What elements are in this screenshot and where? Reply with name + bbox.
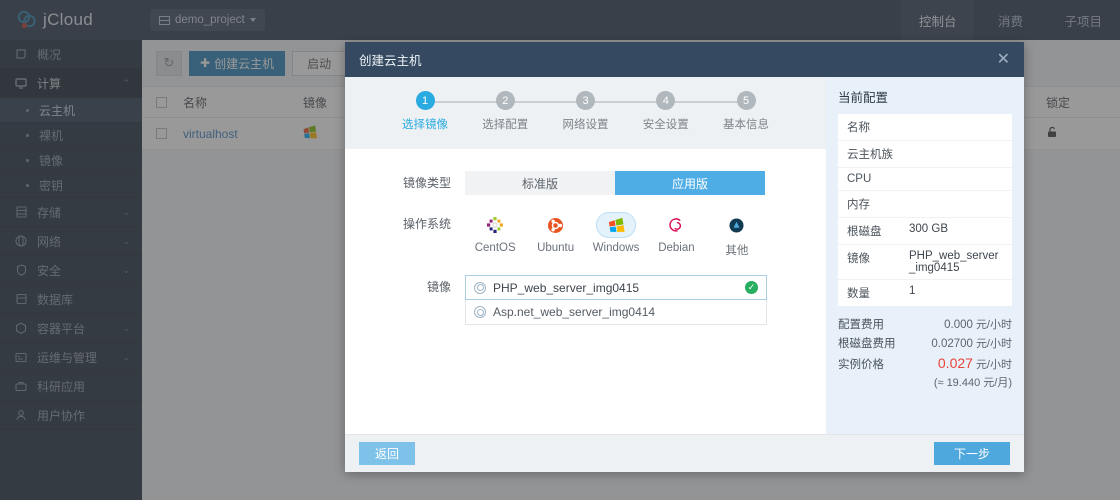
field-image-type: 镜像类型 标准版 应用版 bbox=[345, 171, 826, 195]
image-option-label: Asp.net_web_server_img0414 bbox=[493, 305, 656, 319]
image-type-standard-button[interactable]: 标准版 bbox=[465, 171, 615, 195]
os-label-text: Ubuntu bbox=[537, 242, 575, 254]
step-number: 4 bbox=[656, 91, 676, 110]
image-select-input[interactable]: PHP_web_server_img0415 ✓ bbox=[465, 275, 767, 300]
step-label: 选择配置 bbox=[482, 119, 529, 131]
step-5-basic-info[interactable]: 5 基本信息 bbox=[710, 91, 782, 132]
image-type-label: 镜像类型 bbox=[402, 176, 451, 190]
create-cloudhost-dialog: 创建云主机 ✕ 1 选择镜像 2 选择配置 3 网络设置 4 安全设置 5 基本… bbox=[345, 42, 1024, 472]
os-label-text: Debian bbox=[658, 242, 695, 254]
image-type-application-button[interactable]: 应用版 bbox=[615, 171, 765, 195]
config-value: 300 GB bbox=[909, 223, 948, 235]
os-label: 操作系统 bbox=[402, 217, 451, 231]
image-selected-value: PHP_web_server_img0415 bbox=[493, 280, 640, 295]
config-row: 名称 bbox=[838, 114, 1012, 141]
config-row: 根磁盘 300 GB bbox=[838, 218, 1012, 245]
step-3-network[interactable]: 3 网络设置 bbox=[550, 91, 622, 132]
config-key: 镜像 bbox=[847, 253, 870, 265]
price-value: 0.02700 bbox=[931, 338, 973, 350]
current-config-title: 当前配置 bbox=[838, 91, 889, 105]
ubuntu-icon bbox=[536, 212, 576, 238]
dialog-body: 1 选择镜像 2 选择配置 3 网络设置 4 安全设置 5 基本信息 镜像类型 … bbox=[345, 77, 1024, 434]
price-total-value: 0.027 bbox=[937, 355, 973, 371]
current-config-table: 名称 云主机族 CPU 内存 根磁盘 300 GB 镜像 PHP_web_ser… bbox=[838, 114, 1012, 306]
os-option-other[interactable]: 其他 bbox=[707, 212, 767, 258]
config-value: PHP_web_server_img0415 bbox=[909, 250, 999, 274]
check-circle-icon: ✓ bbox=[745, 281, 758, 294]
price-unit: 元/小时 bbox=[975, 338, 1012, 350]
app-root: jCloud demo_project 控制台 消费 子项目 概况 bbox=[0, 0, 1120, 500]
dialog-title: 创建云主机 bbox=[359, 54, 422, 68]
os-label-text: 其他 bbox=[725, 245, 749, 257]
step-number: 1 bbox=[415, 91, 435, 110]
config-key: 数量 bbox=[847, 288, 870, 300]
dialog-footer: 返回 下一步 bbox=[345, 434, 1024, 472]
config-key: 名称 bbox=[847, 122, 870, 134]
os-label-text: Windows bbox=[592, 242, 640, 254]
radio-icon bbox=[474, 306, 486, 318]
config-key: 内存 bbox=[847, 199, 870, 211]
price-label: 根磁盘费用 bbox=[838, 338, 896, 350]
step-number: 2 bbox=[495, 91, 515, 110]
config-row: CPU bbox=[838, 168, 1012, 191]
price-disk-fee: 根磁盘费用 0.02700 元/小时 bbox=[838, 332, 1012, 351]
other-os-icon bbox=[717, 212, 757, 238]
config-row: 内存 bbox=[838, 191, 1012, 218]
windows-icon bbox=[596, 212, 637, 238]
price-value: 0.000 bbox=[944, 319, 973, 331]
config-row: 云主机族 bbox=[838, 141, 1012, 168]
wizard-stepper: 1 选择镜像 2 选择配置 3 网络设置 4 安全设置 5 基本信息 bbox=[345, 77, 826, 149]
config-row: 镜像 PHP_web_server_img0415 bbox=[838, 245, 1012, 280]
config-value: 1 bbox=[909, 285, 916, 297]
step-label: 基本信息 bbox=[723, 119, 769, 131]
step-4-security[interactable]: 4 安全设置 bbox=[630, 91, 702, 132]
field-os: 操作系统 CentOS Ubuntu Windows Debian 其他 bbox=[345, 212, 826, 258]
step-label: 选择镜像 bbox=[402, 119, 448, 131]
price-unit: 元/小时 bbox=[975, 359, 1012, 371]
image-option-aspnet[interactable]: Asp.net_web_server_img0414 bbox=[465, 300, 767, 325]
step-1-select-image[interactable]: 1 选择镜像 bbox=[389, 91, 461, 132]
dialog-header: 创建云主机 ✕ bbox=[345, 42, 1024, 77]
os-option-list: CentOS Ubuntu Windows Debian 其他 bbox=[465, 212, 767, 258]
radio-icon bbox=[474, 281, 486, 294]
debian-icon bbox=[656, 212, 696, 238]
price-label: 配置费用 bbox=[838, 319, 884, 331]
step-number: 3 bbox=[576, 91, 595, 110]
image-selection-form: 镜像类型 标准版 应用版 操作系统 CentOS Ubuntu Windows … bbox=[345, 149, 826, 434]
config-row: 数量 1 bbox=[838, 280, 1012, 306]
price-total: 实例价格 0.027 元/小时 bbox=[838, 351, 1012, 372]
step-number: 5 bbox=[736, 91, 756, 110]
step-2-select-config[interactable]: 2 选择配置 bbox=[469, 91, 541, 132]
dialog-main: 1 选择镜像 2 选择配置 3 网络设置 4 安全设置 5 基本信息 镜像类型 … bbox=[345, 77, 826, 434]
os-option-windows[interactable]: Windows bbox=[586, 212, 646, 258]
config-key: 云主机族 bbox=[847, 149, 893, 161]
centos-icon bbox=[475, 212, 515, 238]
price-monthly: (≈ 19.440 元/月) bbox=[933, 377, 1012, 389]
close-icon[interactable]: ✕ bbox=[997, 51, 1010, 68]
step-label: 安全设置 bbox=[642, 119, 689, 131]
os-label-text: CentOS bbox=[474, 242, 516, 254]
price-summary: 配置费用 0.000 元/小时 根磁盘费用 0.02700 元/小时 实例价格 … bbox=[838, 306, 1012, 390]
image-label: 镜像 bbox=[426, 280, 451, 294]
os-option-centos[interactable]: CentOS bbox=[465, 212, 525, 258]
config-key: 根磁盘 bbox=[847, 226, 882, 238]
config-key: CPU bbox=[847, 173, 872, 185]
price-config-fee: 配置费用 0.000 元/小时 bbox=[838, 313, 1012, 332]
field-image: 镜像 PHP_web_server_img0415 ✓ Asp.net_web_… bbox=[345, 275, 826, 325]
price-label: 实例价格 bbox=[838, 359, 884, 371]
step-label: 网络设置 bbox=[562, 119, 609, 131]
back-button[interactable]: 返回 bbox=[359, 442, 416, 465]
price-unit: 元/小时 bbox=[975, 319, 1012, 331]
os-option-debian[interactable]: Debian bbox=[646, 212, 706, 258]
current-config-panel: 当前配置 名称 云主机族 CPU 内存 根磁盘 300 GB 镜像 PHP_we… bbox=[826, 77, 1024, 434]
image-type-segmented: 标准版 应用版 bbox=[465, 171, 765, 195]
next-button[interactable]: 下一步 bbox=[933, 442, 1010, 465]
os-option-ubuntu[interactable]: Ubuntu bbox=[525, 212, 585, 258]
